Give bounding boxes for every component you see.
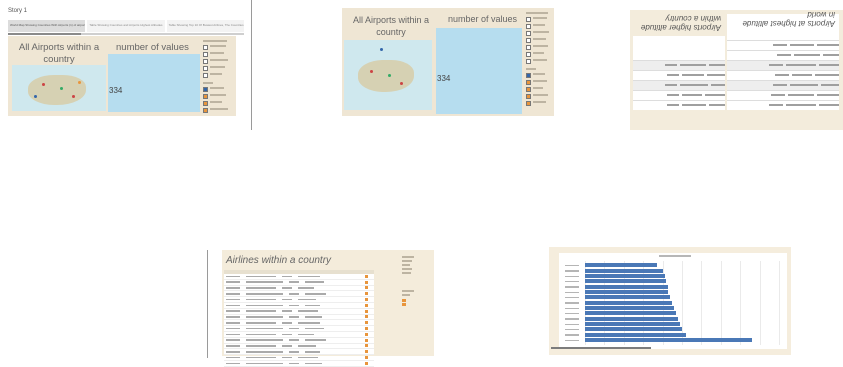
value-box: 334 — [436, 28, 522, 114]
story-progress — [8, 33, 244, 35]
y-tick-label — [565, 323, 579, 326]
orange-marker — [365, 315, 368, 319]
value-box: 334 — [108, 54, 200, 112]
bar[interactable] — [585, 321, 681, 326]
orange-marker — [365, 332, 368, 336]
bar[interactable] — [585, 300, 673, 305]
mirrored-title-left: Airports at highest altitude in world — [742, 10, 836, 28]
y-tick-label — [565, 339, 579, 342]
bar-chart-plot — [559, 253, 787, 349]
map-view[interactable] — [344, 40, 432, 110]
story-tab-3[interactable]: Table Showing Top 10 Of Busiest Airlines… — [166, 20, 244, 32]
y-tick-label — [565, 291, 579, 294]
bar[interactable] — [585, 268, 663, 273]
story-tab-bar: World Map Showing Countries With Airport… — [8, 20, 244, 32]
y-tick-label — [565, 296, 579, 299]
bar[interactable] — [585, 316, 679, 321]
orange-marker — [365, 361, 368, 365]
story-title: Story 1 — [8, 8, 28, 14]
orange-marker — [365, 350, 368, 354]
orange-marker — [365, 303, 368, 307]
y-tick-label — [565, 312, 579, 315]
y-tick-label — [565, 318, 579, 320]
legend-panel — [526, 12, 552, 112]
airlines-panel: Airlines within a country — [222, 250, 434, 367]
bar[interactable] — [585, 332, 686, 337]
table-card-right — [633, 36, 725, 110]
orange-marker — [365, 338, 368, 342]
orange-marker — [365, 274, 368, 278]
dashboard-panel-2: All Airports within a country number of … — [342, 8, 554, 116]
bar[interactable] — [585, 311, 677, 316]
bar[interactable] — [585, 279, 667, 284]
australia-land — [28, 75, 86, 105]
orange-marker — [365, 292, 368, 296]
orange-marker — [365, 309, 368, 313]
legend-panel — [203, 40, 233, 113]
vertical-divider — [251, 0, 252, 130]
bar[interactable] — [585, 295, 671, 300]
mirrored-title-right: Airports higher altitude within a countr… — [640, 14, 721, 32]
map-view[interactable] — [12, 65, 106, 111]
panel-title: All Airports within a country — [18, 42, 100, 65]
grid-line — [779, 261, 780, 345]
story-tab-2[interactable]: Table Showing Countries and Airports Hig… — [87, 20, 165, 32]
y-tick-label — [565, 270, 579, 272]
vertical-divider-2 — [207, 250, 208, 358]
y-tick-label — [565, 280, 579, 283]
dashboard-panel-1: All Airports within a country number of … — [8, 36, 236, 116]
y-tick-label — [565, 275, 579, 278]
bar[interactable] — [585, 327, 682, 332]
orange-marker — [365, 321, 368, 325]
airlines-table — [224, 270, 374, 367]
bar[interactable] — [585, 263, 657, 268]
y-tick-label — [565, 264, 579, 267]
y-tick-label — [565, 328, 579, 331]
panel-title: All Airports within a country — [352, 15, 430, 37]
value-number: 334 — [437, 74, 451, 83]
y-tick-label — [565, 302, 579, 304]
story-tab-1[interactable]: World Map Showing Countries With Airport… — [8, 20, 86, 32]
y-tick-label — [565, 286, 579, 288]
bar-chart-panel — [549, 247, 791, 355]
bar[interactable] — [585, 284, 669, 289]
y-tick-label — [565, 307, 579, 310]
chart-title-line — [659, 255, 691, 257]
value-heading: number of values — [448, 14, 518, 24]
bar[interactable] — [585, 273, 665, 278]
table-row — [224, 361, 374, 367]
y-tick-label — [565, 334, 579, 336]
mirrored-table-panel: Airports at highest altitude in world Ai… — [630, 10, 843, 130]
airlines-legend — [402, 256, 430, 326]
value-heading: number of values — [116, 42, 189, 53]
orange-marker — [365, 280, 368, 284]
bar[interactable] — [585, 337, 752, 342]
bar[interactable] — [585, 289, 669, 294]
bar[interactable] — [585, 305, 675, 310]
table-card-left — [727, 14, 839, 110]
bar-series — [585, 263, 779, 343]
value-number: 334 — [109, 86, 123, 95]
airlines-title: Airlines within a country — [226, 255, 332, 266]
orange-marker — [365, 327, 368, 331]
orange-marker — [365, 286, 368, 290]
orange-marker — [365, 298, 368, 302]
orange-marker — [365, 344, 368, 348]
chart-footer-line — [551, 347, 651, 349]
